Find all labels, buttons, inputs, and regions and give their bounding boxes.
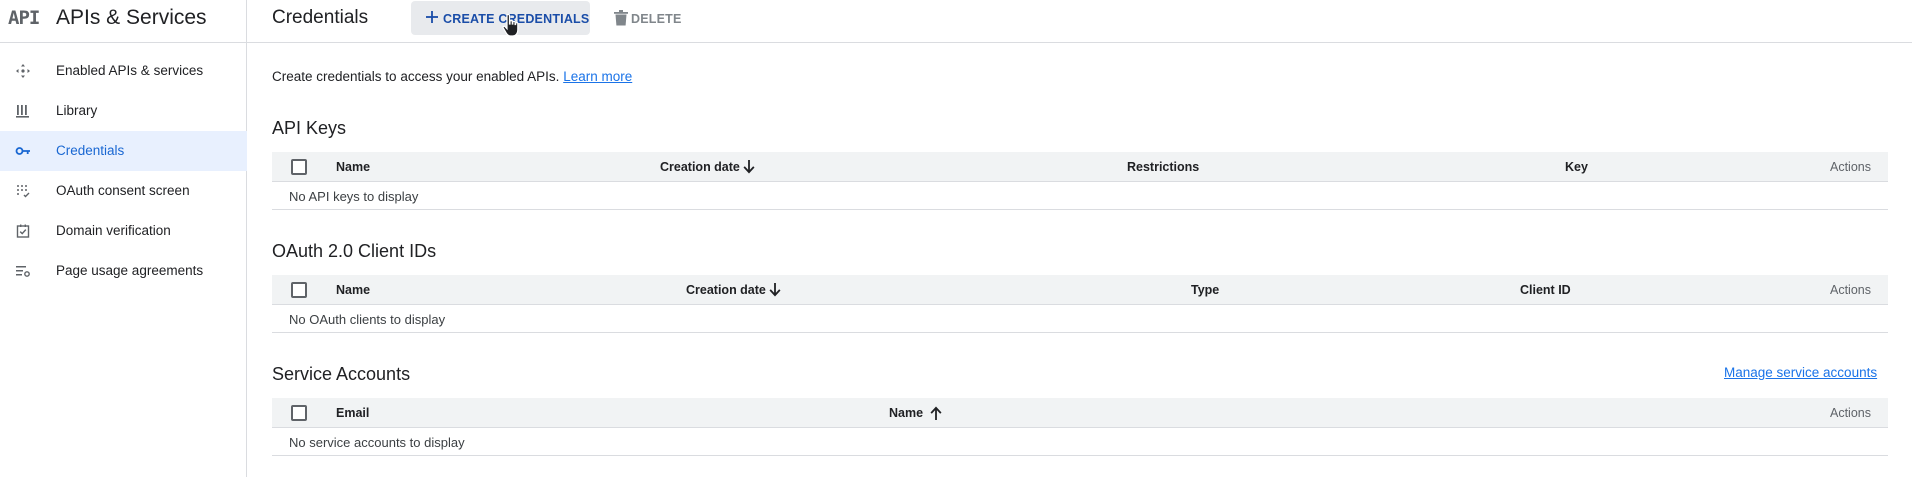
table-header: Email Name Actions [272, 398, 1888, 428]
column-header: Actions [1830, 406, 1871, 420]
select-all-checkbox[interactable] [291, 282, 307, 298]
table-row: No service accounts to display [272, 428, 1888, 456]
column-header: Actions [1830, 160, 1871, 174]
column-header[interactable]: Name [336, 160, 370, 175]
intro-sentence: Create credentials to access your enable… [272, 69, 560, 84]
sidebar-item-label: Domain verification [56, 223, 171, 238]
sidebar-item-label: Library [56, 103, 98, 118]
select-all-checkbox[interactable] [291, 405, 307, 421]
sidebar-item-label: OAuth consent screen [56, 183, 190, 198]
list-settings-icon [16, 266, 30, 277]
api-logo: API [8, 7, 40, 29]
column-header[interactable]: Name [336, 283, 370, 298]
sidebar-item-library[interactable]: Library [0, 91, 247, 131]
table-row: No OAuth clients to display [272, 305, 1888, 333]
column-header: Client ID [1520, 283, 1571, 297]
table-header: Name Creation date Restrictions Key Acti… [272, 152, 1888, 182]
api-keys-title: API Keys [272, 118, 347, 138]
column-header: Actions [1830, 283, 1871, 297]
learn-more-link[interactable]: Learn more [563, 69, 632, 84]
table-header: Name Creation date Type Client ID Action… [272, 275, 1888, 305]
column-header[interactable]: Name [889, 406, 923, 421]
page-header: Credentials CREATE CREDENTIALS DELETE [247, 0, 1912, 43]
column-header[interactable]: Creation date [686, 283, 766, 298]
trash-icon [614, 10, 628, 26]
empty-state-text: No OAuth clients to display [289, 312, 446, 327]
arrow-down-icon[interactable] [742, 159, 756, 175]
sidebar-brand: API APIs & Services [0, 0, 247, 43]
select-all-checkbox[interactable] [291, 159, 307, 175]
manage-service-accounts-link[interactable]: Manage service accounts [1724, 365, 1877, 381]
column-header: Key [1565, 160, 1588, 174]
sidebar-item-page-usage[interactable]: Page usage agreements [0, 251, 247, 291]
sidebar: API APIs & Services Enabled APIs & servi… [0, 0, 247, 477]
oauth-title: OAuth 2.0 Client IDs [272, 241, 437, 261]
table-row: No API keys to display [272, 182, 1888, 210]
empty-state-text: No service accounts to display [289, 435, 465, 450]
key-icon [15, 147, 30, 155]
service-accounts-title: Service Accounts [272, 364, 411, 384]
api-keys-table: Name Creation date Restrictions Key Acti… [272, 152, 1888, 210]
dots-grid-icon [17, 185, 30, 198]
plus-icon [426, 11, 438, 23]
library-icon [16, 105, 29, 118]
sidebar-item-domain-verification[interactable]: Domain verification [0, 211, 247, 251]
delete-button[interactable]: DELETE [610, 1, 690, 35]
sidebar-item-label: Credentials [56, 143, 125, 158]
sidebar-item-enabled-apis[interactable]: Enabled APIs & services [0, 51, 247, 91]
page-title: Credentials [272, 7, 369, 28]
delete-label: DELETE [631, 12, 682, 26]
column-header[interactable]: Email [336, 406, 369, 421]
sidebar-item-label: Page usage agreements [56, 263, 204, 278]
sidebar-item-label: Enabled APIs & services [56, 63, 204, 78]
column-header: Restrictions [1127, 160, 1200, 174]
arrow-down-icon[interactable] [768, 282, 782, 298]
sidebar-nav: Enabled APIs & services Library Credenti… [0, 51, 247, 291]
oauth-table: Name Creation date Type Client ID Action… [272, 275, 1888, 333]
intro-text: Create credentials to access your enable… [272, 69, 632, 85]
empty-state-text: No API keys to display [289, 189, 419, 204]
diamond-arrows-icon [16, 64, 30, 78]
column-header: Type [1191, 283, 1220, 297]
arrow-up-icon[interactable] [929, 405, 943, 421]
column-header[interactable]: Creation date [660, 160, 740, 175]
sidebar-item-credentials[interactable]: Credentials [0, 131, 247, 171]
product-title: APIs & Services [56, 6, 207, 29]
create-credentials-button[interactable]: CREATE CREDENTIALS [411, 1, 590, 35]
service-accounts-table: Email Name Actions No service accounts t… [272, 398, 1888, 456]
checkbox-square-icon [16, 224, 30, 238]
sidebar-item-oauth-consent[interactable]: OAuth consent screen [0, 171, 247, 211]
hand-cursor-icon [502, 13, 519, 37]
